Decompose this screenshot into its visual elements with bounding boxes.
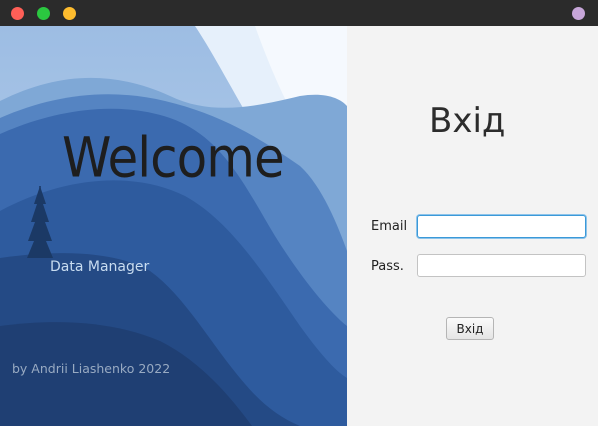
login-title: Вхід (429, 101, 506, 141)
title-bar (0, 0, 598, 26)
close-window-button[interactable] (11, 7, 24, 20)
welcome-panel: Welcome Data Manager by Andrii Liashenko… (0, 26, 347, 426)
password-label: Pass. (371, 259, 404, 274)
email-input[interactable] (417, 215, 586, 238)
minimize-window-button[interactable] (37, 7, 50, 20)
email-label: Email (371, 219, 408, 234)
welcome-heading: Welcome (62, 126, 285, 190)
app-window: Welcome Data Manager by Andrii Liashenko… (0, 0, 598, 426)
user-dot-icon (572, 7, 585, 20)
login-button[interactable]: Вхід (446, 317, 494, 340)
app-name-label: Data Manager (50, 259, 150, 275)
login-form: Вхід Email Pass. Вхід (347, 26, 598, 426)
maximize-window-button[interactable] (63, 7, 76, 20)
author-credit: by Andrii Liashenko 2022 (12, 361, 171, 376)
password-input[interactable] (417, 254, 586, 277)
